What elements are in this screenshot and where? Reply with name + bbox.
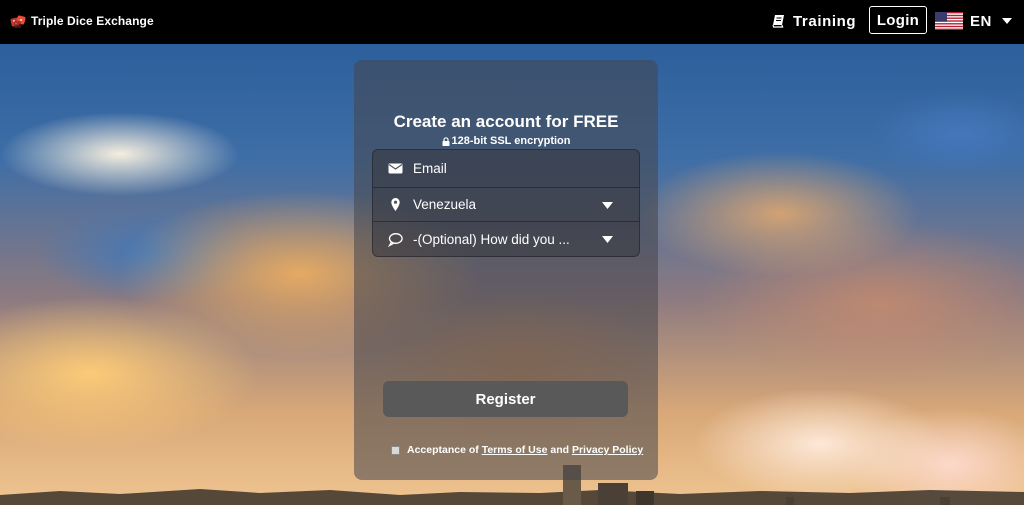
language-selector[interactable]: EN bbox=[935, 10, 1012, 32]
email-field[interactable] bbox=[373, 150, 639, 188]
us-flag-icon bbox=[935, 12, 963, 30]
ssl-note-text: 128-bit SSL encryption bbox=[451, 135, 571, 147]
referral-select[interactable]: -(Optional) How did you ... bbox=[373, 222, 639, 256]
caret-down-icon bbox=[602, 236, 613, 243]
signup-panel: Create an account for FREE 128-bit SSL e… bbox=[354, 60, 658, 480]
country-value: Venezuela bbox=[413, 197, 477, 212]
book-icon bbox=[772, 15, 784, 28]
terms-of-use-link[interactable]: Terms of Use bbox=[482, 444, 548, 456]
terms-prefix: Acceptance of bbox=[407, 444, 482, 456]
nav-training-link[interactable]: Training bbox=[772, 10, 856, 32]
top-navigation-bar: Triple Dice Exchange Training Login EN bbox=[0, 0, 1024, 44]
caret-down-icon bbox=[1001, 18, 1012, 24]
caret-down-icon bbox=[602, 201, 613, 209]
terms-checkbox[interactable] bbox=[391, 445, 400, 455]
envelope-icon bbox=[388, 163, 403, 174]
language-code: EN bbox=[970, 12, 992, 30]
register-button[interactable]: Register bbox=[383, 381, 628, 417]
privacy-policy-link[interactable]: Privacy Policy bbox=[572, 444, 643, 456]
brand-name: Triple Dice Exchange bbox=[31, 14, 154, 28]
login-button[interactable]: Login bbox=[869, 6, 927, 34]
email-input[interactable] bbox=[413, 161, 613, 176]
referral-value: -(Optional) How did you ... bbox=[413, 231, 570, 247]
terms-and: and bbox=[547, 444, 572, 456]
nav-training-label: Training bbox=[793, 12, 857, 30]
speech-bubble-icon bbox=[388, 232, 403, 247]
country-select[interactable]: Venezuela bbox=[373, 188, 639, 222]
brand[interactable]: Triple Dice Exchange bbox=[10, 11, 154, 31]
map-pin-icon bbox=[391, 198, 400, 211]
dice-logo-icon bbox=[10, 15, 26, 28]
signup-form-fields: Venezuela -(Optional) How did you ... bbox=[372, 149, 640, 257]
signup-title: Create an account for FREE bbox=[393, 112, 619, 131]
ssl-note: 128-bit SSL encryption bbox=[354, 135, 658, 147]
terms-acceptance: Acceptance of Terms of Use and Privacy P… bbox=[391, 443, 643, 457]
lock-icon bbox=[442, 136, 449, 146]
